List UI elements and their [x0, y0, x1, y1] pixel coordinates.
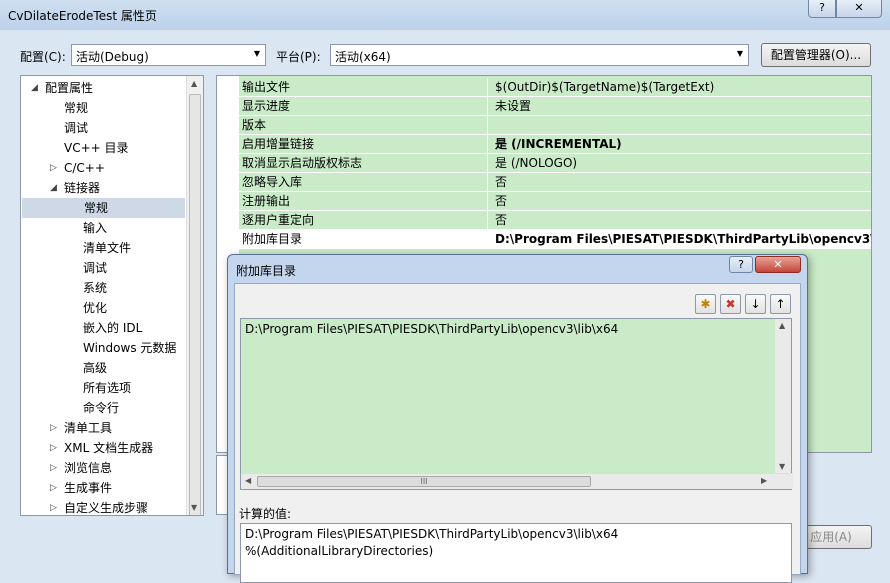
tree-item-label: 浏览信息 — [64, 461, 113, 475]
dialog-title: 附加库目录 — [236, 264, 297, 278]
property-row[interactable]: 逐用户重定向否 — [239, 211, 871, 230]
property-value[interactable]: 是 (/NOLOGO) — [495, 154, 577, 173]
property-row[interactable]: 注册输出否 — [239, 192, 871, 211]
property-row[interactable]: 取消显示启动版权标志是 (/NOLOGO) — [239, 154, 871, 173]
tree-item-label: 高级 — [83, 361, 108, 375]
tree-item-label: 配置属性 — [45, 81, 94, 95]
tree-item-label: 优化 — [83, 301, 108, 315]
title-bar: CvDilateErodeTest 属性页 ? ✕ — [0, 0, 890, 30]
config-label: 配置(C): — [20, 50, 66, 64]
collapsed-arrow-icon[interactable]: ▷ — [50, 458, 57, 478]
tree-item-label: C/C++ — [64, 161, 105, 175]
calculated-value-box: D:\Program Files\PIESAT\PIESDK\ThirdPart… — [240, 523, 792, 583]
property-row[interactable]: 版本 — [239, 116, 871, 135]
property-name: 版本 — [242, 116, 488, 135]
property-value[interactable]: D:\Program Files\PIESAT\PIESDK\ThirdPart… — [495, 230, 871, 249]
chevron-down-icon: ▼ — [736, 49, 743, 58]
tree-item-label: 调试 — [64, 121, 89, 135]
library-dirs-dialog: 附加库目录 ? ✕ ✱ ✖ ↓ ↑ D:\Program Files\PIESA… — [227, 254, 808, 583]
platform-value: 活动(x64) — [335, 50, 391, 64]
scroll-right-icon[interactable]: ▶ — [761, 476, 767, 485]
calculated-line: D:\Program Files\PIESAT\PIESDK\ThirdPart… — [245, 527, 619, 541]
list-vertical-scrollbar[interactable]: ▲ ▼ — [775, 319, 791, 473]
tree-item-label: 命令行 — [83, 401, 120, 415]
tree-item[interactable]: 常规 — [22, 198, 185, 218]
scroll-down-icon[interactable]: ▼ — [779, 462, 785, 471]
property-name: 附加库目录 — [242, 232, 303, 246]
move-up-icon[interactable]: ↑ — [770, 294, 791, 314]
property-row[interactable]: 显示进度 未设置 — [239, 97, 871, 116]
tree-item-label: 常规 — [84, 201, 109, 215]
collapsed-arrow-icon[interactable]: ▷ — [50, 158, 57, 178]
property-value[interactable]: $(OutDir)$(TargetName)$(TargetExt) — [495, 78, 714, 97]
property-row[interactable]: 输出文件 $(OutDir)$(TargetName)$(TargetExt) — [239, 78, 871, 97]
config-value: 活动(Debug) — [76, 50, 149, 64]
help-button[interactable]: ? — [808, 0, 836, 18]
config-manager-button[interactable]: 配置管理器(O)... — [761, 43, 871, 67]
property-tree: ◢ 配置属性 常规 调试 VC++ 目录 ▷ C/C++ ◢ 链接器 常规 输入 清单文件 调试 系统 优化… — [20, 75, 204, 516]
expanded-arrow-icon[interactable]: ◢ — [31, 78, 38, 98]
property-row[interactable]: 忽略导入库否 — [239, 173, 871, 192]
dialog-help-button[interactable]: ? — [729, 256, 753, 273]
tree-item-label: 生成事件 — [64, 481, 113, 495]
scroll-down-icon[interactable]: ▼ — [191, 503, 197, 512]
config-dropdown[interactable]: 活动(Debug) ▼ — [71, 44, 266, 66]
tree-item-label: Windows 元数据 — [83, 341, 177, 355]
move-down-icon[interactable]: ↓ — [745, 294, 766, 314]
delete-line-icon[interactable]: ✖ — [720, 294, 741, 314]
tree-item-label: 自定义生成步骤 — [64, 501, 149, 515]
window-title: CvDilateErodeTest 属性页 — [8, 9, 157, 23]
tree-item-label: 嵌入的 IDL — [83, 321, 143, 335]
config-row: 配置(C): 活动(Debug) ▼ 平台(P): 活动(x64) ▼ 配置管理… — [0, 43, 890, 69]
horizontal-scroll-thumb[interactable]: III — [257, 476, 591, 487]
property-value[interactable]: 否 — [495, 173, 507, 192]
property-row[interactable]: 附加库目录 D:\Program Files\PIESAT\PIESDK\Thir… — [239, 230, 871, 249]
platform-label: 平台(P): — [276, 50, 321, 64]
tree-item-label: 输入 — [83, 221, 108, 235]
tree-item-label: 常规 — [64, 101, 89, 115]
tree-item-label: 清单工具 — [64, 421, 113, 435]
property-value[interactable]: 未设置 — [495, 97, 531, 116]
calculated-line: %(AdditionalLibraryDirectories) — [245, 544, 434, 558]
expanded-arrow-icon[interactable]: ◢ — [50, 178, 57, 198]
directory-entry[interactable]: D:\Program Files\PIESAT\PIESDK\ThirdPart… — [245, 322, 618, 336]
property-name: 启用增量链接 — [242, 135, 488, 154]
tree-scrollbar[interactable]: ▲ ▼ — [186, 76, 203, 515]
chevron-down-icon: ▼ — [253, 49, 260, 58]
property-name: 忽略导入库 — [242, 173, 488, 192]
dialog-close-button[interactable]: ✕ — [755, 256, 801, 273]
property-name: 显示进度 — [242, 97, 488, 116]
tree-item-label: 链接器 — [64, 181, 101, 195]
close-button[interactable]: ✕ — [836, 0, 882, 18]
tree-item-label: 系统 — [83, 281, 108, 295]
tree-item-label: 清单文件 — [83, 241, 132, 255]
property-name: 取消显示启动版权标志 — [242, 154, 488, 173]
new-line-icon[interactable]: ✱ — [695, 294, 716, 314]
tree-item-label: VC++ 目录 — [64, 141, 129, 155]
property-value[interactable]: 是 (/INCREMENTAL) — [495, 135, 622, 154]
tree-item-label: 调试 — [83, 261, 108, 275]
property-name: 输出文件 — [242, 78, 488, 97]
directory-list[interactable]: D:\Program Files\PIESAT\PIESDK\ThirdPart… — [240, 318, 793, 490]
platform-dropdown[interactable]: 活动(x64) ▼ — [330, 44, 749, 66]
calculated-value-label: 计算的值: — [239, 507, 292, 521]
list-horizontal-scrollbar[interactable]: ◀ III ▶ — [241, 473, 793, 489]
collapsed-arrow-icon[interactable]: ▷ — [50, 498, 57, 515]
tree-item-label: XML 文档生成器 — [64, 441, 154, 455]
tree-scroll-thumb[interactable] — [189, 94, 201, 515]
collapsed-arrow-icon[interactable]: ▷ — [50, 418, 57, 438]
scroll-left-icon[interactable]: ◀ — [245, 476, 251, 485]
property-row[interactable]: 启用增量链接是 (/INCREMENTAL) — [239, 135, 871, 154]
scroll-up-icon[interactable]: ▲ — [779, 321, 785, 330]
collapsed-arrow-icon[interactable]: ▷ — [50, 478, 57, 498]
tree-item-label: 所有选项 — [83, 381, 132, 395]
property-value[interactable]: 否 — [495, 211, 507, 230]
property-name: 注册输出 — [242, 192, 488, 211]
property-value[interactable]: 否 — [495, 192, 507, 211]
scroll-up-icon[interactable]: ▲ — [191, 79, 197, 88]
property-name: 逐用户重定向 — [242, 211, 488, 230]
dialog-body: ✱ ✖ ↓ ↑ D:\Program Files\PIESAT\PIESDK\T… — [234, 283, 801, 583]
collapsed-arrow-icon[interactable]: ▷ — [50, 438, 57, 458]
